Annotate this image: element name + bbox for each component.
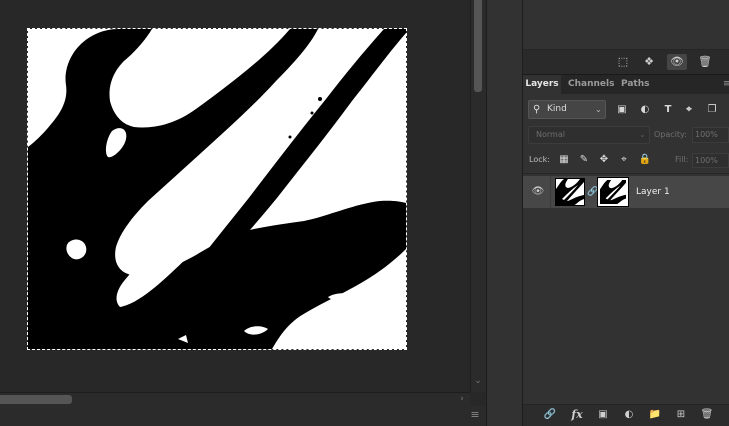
lock-brush-icon[interactable]: ✎ [577, 152, 591, 168]
new-layer-icon[interactable]: ⊞ [672, 406, 690, 424]
lock-all-icon[interactable]: 🔒 [638, 152, 652, 168]
shape-filter-icon[interactable]: ⌖ [681, 101, 697, 118]
fill-label: Fill: [675, 155, 689, 164]
opacity-label: Opacity: [654, 130, 687, 139]
lock-position-icon[interactable]: ✥ [597, 152, 611, 168]
blend-mode-value: Normal [536, 130, 565, 139]
fx-icon[interactable]: fx [568, 406, 586, 424]
lock-artboard-icon[interactable]: ⌖ [617, 152, 631, 168]
artwork-image[interactable] [28, 29, 406, 349]
divider [550, 176, 551, 208]
pixel-filter-icon[interactable]: ▣ [614, 101, 630, 118]
visibility-eye-icon[interactable]: 👁 [530, 185, 546, 199]
smart-object-filter-icon[interactable]: ❐ [704, 101, 720, 118]
upper-panel-toolbar: ⬚ ❖ 👁 🗑 [523, 50, 729, 74]
opacity-field[interactable]: 100% [692, 127, 729, 143]
hamburger-menu-icon[interactable]: ≡ [468, 408, 482, 422]
adjustment-layer-icon[interactable]: ◐ [620, 406, 638, 424]
horizontal-scrollbar-thumb[interactable] [0, 395, 72, 404]
new-group-icon[interactable]: 📁 [646, 406, 664, 424]
tab-channels[interactable]: Channels [568, 75, 614, 94]
chevron-down-icon: ⌄ [639, 130, 646, 139]
panel-gutter [486, 0, 523, 426]
scroll-right-arrow-icon[interactable]: › [456, 393, 468, 405]
vertical-scrollbar-thumb[interactable] [474, 0, 482, 92]
layer-name[interactable]: Layer 1 [636, 184, 670, 200]
filter-kind-label: Kind [547, 104, 567, 114]
trash-icon[interactable]: 🗑 [698, 406, 716, 424]
adjustment-filter-icon[interactable]: ◐ [637, 101, 653, 118]
scroll-down-arrow-icon[interactable]: ⌄ [471, 374, 485, 388]
chevron-down-icon: ⌄ [595, 105, 602, 114]
selection-icon[interactable]: ⬚ [613, 54, 633, 70]
eye-icon[interactable]: 👁 [667, 54, 687, 70]
type-filter-icon[interactable]: T [660, 101, 676, 118]
layer-thumbnail[interactable] [555, 178, 585, 206]
layer-mask-thumbnail[interactable] [597, 177, 629, 207]
layers-tab-bar: Layers Channels Paths ≡ [523, 74, 729, 94]
upper-panel [523, 0, 729, 50]
mask-link-icon[interactable]: 🔗 [587, 184, 598, 200]
divider [523, 173, 729, 174]
target-icon[interactable]: ❖ [639, 54, 659, 70]
tab-paths[interactable]: Paths [621, 75, 650, 94]
link-layers-icon[interactable]: 🔗 [541, 406, 559, 424]
fill-field[interactable]: 100% [692, 153, 729, 168]
panel-menu-icon[interactable]: ≡ [723, 75, 729, 94]
lock-transparency-icon[interactable]: ▦ [557, 152, 571, 168]
tab-layers[interactable]: Layers [523, 75, 561, 94]
lock-label: Lock: [529, 155, 550, 164]
search-icon: ⚲ [533, 104, 541, 115]
trash-icon[interactable]: 🗑 [695, 54, 715, 70]
add-mask-icon[interactable]: ▣ [594, 406, 612, 424]
status-bar [0, 406, 486, 426]
